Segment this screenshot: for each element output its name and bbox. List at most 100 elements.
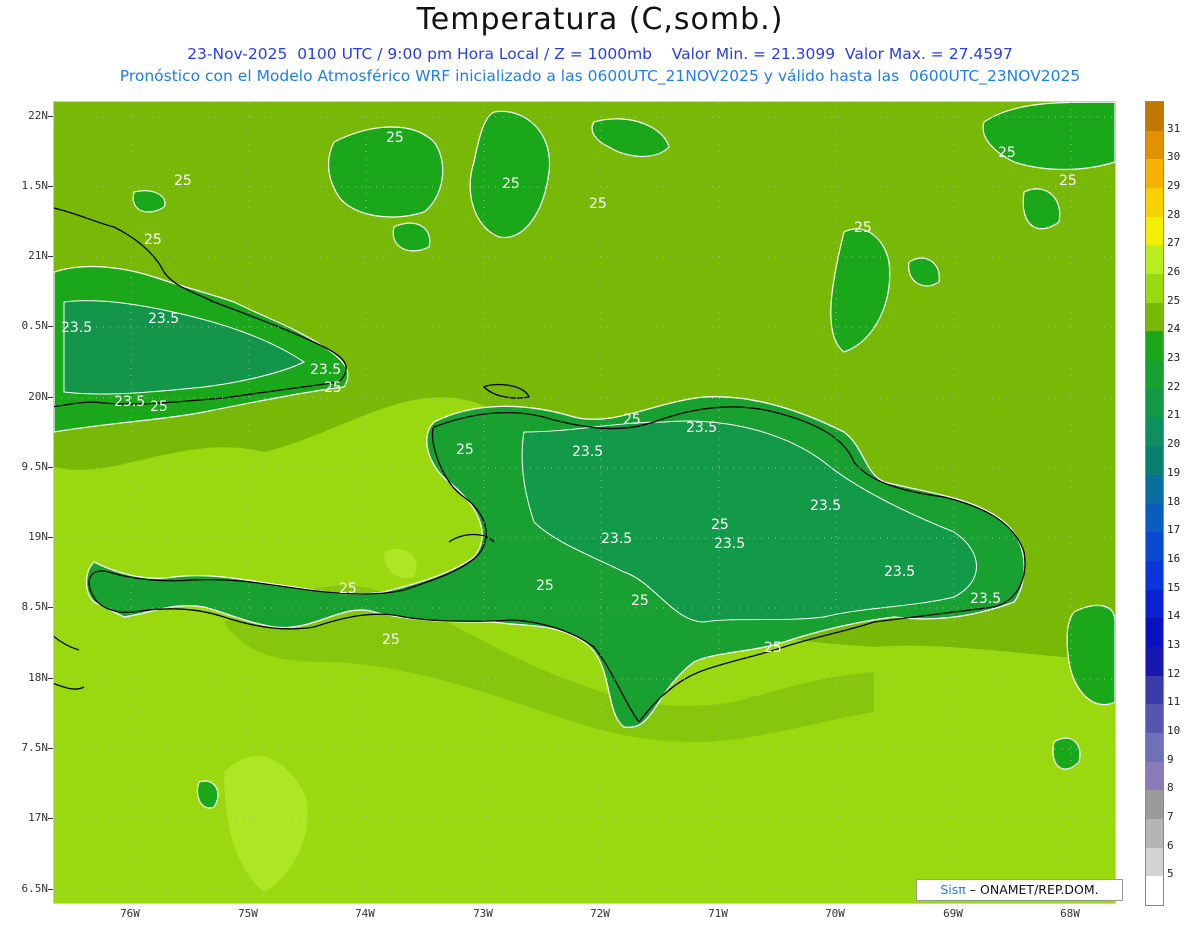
contour-label: 25 (711, 517, 729, 533)
lon-label: 68W (1060, 907, 1080, 920)
colorbar-label: 29 (1167, 179, 1181, 193)
lon-label: 72W (590, 907, 610, 920)
colorbar-swatch (1146, 159, 1163, 189)
credit-text: – ONAMET/REP.DOM. (969, 882, 1099, 897)
colorbar-swatch (1146, 732, 1163, 763)
colorbar-label: 30 (1167, 150, 1181, 164)
contour-label: 23.5 (810, 498, 841, 514)
colorbar-label: 28 (1167, 207, 1181, 221)
contour-label: 25 (854, 220, 872, 236)
colorbar-swatch (1146, 474, 1163, 504)
contour-label: 25 (174, 173, 192, 189)
contour-label: 25 (456, 442, 474, 458)
contour-label: 25 (502, 176, 520, 192)
south-blob-1 (1052, 737, 1081, 770)
map-canvas: 25 25 25 25 25 25 25 25 25 25 25 25 25 2… (54, 102, 1115, 903)
lat-label: 17N (0, 811, 53, 824)
colorbar-label: 25 (1167, 293, 1181, 307)
colorbar-label: 21 (1167, 408, 1181, 422)
colorbar-swatch (1146, 331, 1163, 361)
contour-label: 25 (589, 196, 607, 212)
colorbar-swatch (1146, 589, 1163, 619)
contour-label: 25 (764, 640, 782, 656)
colorbar-swatch (1146, 790, 1163, 820)
colorbar-swatch (1146, 245, 1163, 275)
colorbar-swatch (1146, 102, 1163, 132)
colorbar-label: 27 (1167, 236, 1181, 250)
contour-label: 25 (1059, 173, 1077, 189)
lat-label: 20N (0, 390, 53, 403)
colorbar-label: 19 (1167, 465, 1181, 479)
contour-label: 23.5 (310, 362, 341, 378)
colorbar-swatch (1146, 675, 1163, 705)
colorbar-swatch (1146, 704, 1163, 734)
contour-label: 25 (631, 593, 649, 609)
colorbar-swatch (1146, 130, 1163, 160)
lon-label: 71W (708, 907, 728, 920)
colorbar-swatch (1146, 503, 1163, 533)
colorbar-label: 11 (1167, 695, 1181, 709)
map-title: Temperatura (C,somb.) (416, 2, 784, 37)
colorbar-swatch (1146, 646, 1163, 677)
contour-label: 25 (324, 380, 342, 396)
lat-label: 6.5N (0, 882, 53, 895)
colorbar-label: 9 (1167, 752, 1174, 766)
colorbar-swatch (1146, 761, 1163, 791)
contour-label: 23.5 (148, 311, 179, 327)
colorbar-swatch (1146, 302, 1163, 332)
contour-label: 25 (623, 412, 641, 428)
contour-label: 23.5 (572, 444, 603, 460)
colorbar-label: 16 (1167, 551, 1181, 565)
contour-label: 25 (150, 399, 168, 415)
contour-label: 23.5 (884, 564, 915, 580)
colorbar-swatch (1146, 618, 1163, 648)
contour-label: 23.5 (61, 320, 92, 336)
colorbar-label: 17 (1167, 523, 1181, 537)
colorbar-swatch (1146, 532, 1163, 562)
lat-label: 22N (0, 109, 53, 122)
colorbar-swatch (1146, 847, 1163, 877)
lat-label: 1.5N (0, 179, 53, 192)
sispi-logo-text: Sisπ (940, 882, 966, 897)
contour-label: 25 (144, 232, 162, 248)
colorbar-swatch (1146, 216, 1163, 246)
colorbar-label: 18 (1167, 494, 1181, 508)
colorbar-label: 8 (1167, 781, 1174, 795)
colorbar-swatch (1146, 446, 1163, 476)
colorbar-label: 5 (1167, 867, 1174, 881)
colorbar-label: 24 (1167, 322, 1181, 336)
colorbar-label: 22 (1167, 379, 1181, 393)
colorbar-swatch (1146, 360, 1163, 390)
colorbar-swatch (1146, 274, 1163, 304)
colorbar-label: 20 (1167, 437, 1181, 451)
contour-label: 23.5 (686, 420, 717, 436)
contour-label: 23.5 (970, 591, 1001, 607)
colorbar-label: 6 (1167, 838, 1174, 852)
colorbar-swatch (1146, 560, 1163, 591)
colorbar-swatch (1146, 417, 1163, 447)
temperature-colorbar (1145, 101, 1164, 906)
contour-label: 25 (998, 145, 1016, 161)
temperature-map: 25 25 25 25 25 25 25 25 25 25 25 25 25 2… (53, 101, 1116, 904)
colorbar-label: 13 (1167, 637, 1181, 651)
colorbar-label: 31 (1167, 121, 1181, 135)
lon-label: 73W (473, 907, 493, 920)
contour-label: 23.5 (714, 536, 745, 552)
colorbar-swatch (1146, 818, 1163, 849)
contour-label: 23.5 (114, 394, 145, 410)
colorbar-label: 26 (1167, 265, 1181, 279)
lon-label: 74W (355, 907, 375, 920)
colorbar-swatch (1146, 388, 1163, 418)
colorbar-label: 23 (1167, 351, 1181, 365)
lon-label: 75W (238, 907, 258, 920)
colorbar-label: 7 (1167, 809, 1174, 823)
colorbar-swatch (1146, 876, 1163, 906)
contour-label: 25 (536, 578, 554, 594)
lat-label: 0.5N (0, 319, 53, 332)
lon-label: 69W (943, 907, 963, 920)
lat-label: 8.5N (0, 600, 53, 613)
lon-label: 76W (120, 907, 140, 920)
model-info-subtitle: Pronóstico con el Modelo Atmosférico WRF… (119, 67, 1081, 85)
contour-label: 23.5 (601, 531, 632, 547)
colorbar-label: 12 (1167, 666, 1181, 680)
